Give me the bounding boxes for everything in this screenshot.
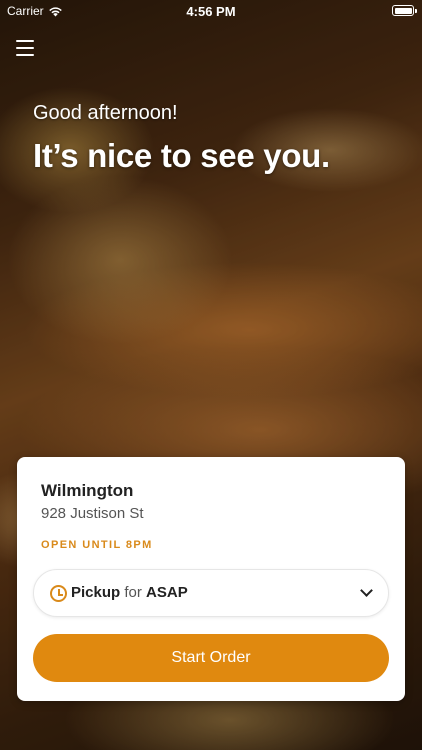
location-card: Wilmington 928 Justison St OPEN UNTIL 8P…: [17, 457, 405, 701]
chevron-down-icon: [360, 584, 373, 597]
status-bar: Carrier 4:56 PM: [0, 0, 422, 22]
order-type-selector[interactable]: Pickup for ASAP: [33, 569, 389, 617]
start-order-button[interactable]: Start Order: [33, 634, 389, 682]
location-hours: OPEN UNTIL 8PM: [41, 539, 153, 551]
greeting-text: Good afternoon!: [33, 102, 178, 124]
location-address: 928 Justison St: [41, 505, 144, 522]
for-label: for: [124, 584, 142, 601]
clock-icon: [50, 585, 67, 602]
order-time-label: ASAP: [146, 584, 188, 601]
hamburger-menu-icon[interactable]: [16, 40, 34, 56]
headline-text: It’s nice to see you.: [33, 137, 330, 174]
order-type-summary: Pickup for ASAP: [71, 584, 188, 601]
order-type-label: Pickup: [71, 584, 121, 601]
location-name: Wilmington: [41, 481, 134, 500]
status-time: 4:56 PM: [186, 4, 236, 19]
battery-icon: [392, 5, 417, 16]
